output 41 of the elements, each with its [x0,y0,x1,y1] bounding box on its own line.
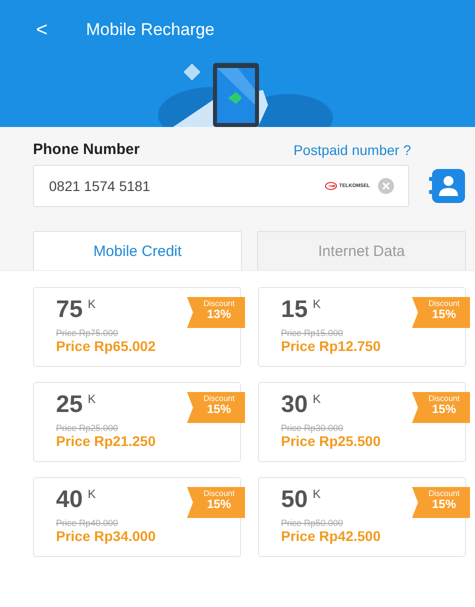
credit-amount: 75 [56,296,83,324]
credit-amount: 50 [281,486,308,514]
phone-number-label: Phone Number [33,141,140,158]
discounted-price: Price Rp34.000 [56,528,157,544]
amount-unit: K [312,296,321,312]
contact-book-icon[interactable] [429,169,465,203]
discounted-price: Price Rp21.250 [56,433,157,449]
discounted-price: Price Rp25.500 [281,433,382,449]
original-price: Price Rp50.000 [281,518,344,528]
discount-label: Discount [427,490,461,498]
original-price: Price Rp15.000 [281,328,344,338]
operator-logo-icon [325,182,338,190]
discount-percent: 15% [206,498,232,510]
amount-unit: K [312,486,321,502]
credit-amount: 15 [281,296,308,324]
original-price: Price Rp75.000 [56,328,120,338]
amount-unit: K [88,391,96,407]
original-price: Price Rp25.000 [56,423,120,433]
discounted-price: Price Rp42.500 [281,528,382,544]
discount-label: Discount [202,395,236,403]
credit-amount: 25 [56,391,83,419]
amount-unit: K [88,296,96,312]
discount-label: Discount [427,300,461,308]
discount-label: Discount [202,300,236,308]
original-price: Price Rp30.000 [281,423,344,433]
discount-percent: 15% [430,498,458,510]
credit-amount: 40 [56,486,83,514]
amount-unit: K [312,391,321,407]
discount-percent: 15% [430,308,458,320]
amount-unit: K [88,486,96,502]
discount-label: Discount [202,490,236,498]
discount-percent: 13% [206,308,232,320]
discount-percent: 15% [206,403,232,415]
tab[interactable]: Mobile Credit [33,231,242,270]
page-title: Mobile Recharge [86,20,215,40]
original-price: Price Rp40.000 [56,518,120,528]
credit-amount: 30 [281,391,308,419]
discount-percent: 15% [430,403,458,415]
discounted-price: Price Rp12.750 [281,338,382,354]
discount-label: Discount [427,395,461,403]
discounted-price: Price Rp65.002 [56,338,157,354]
